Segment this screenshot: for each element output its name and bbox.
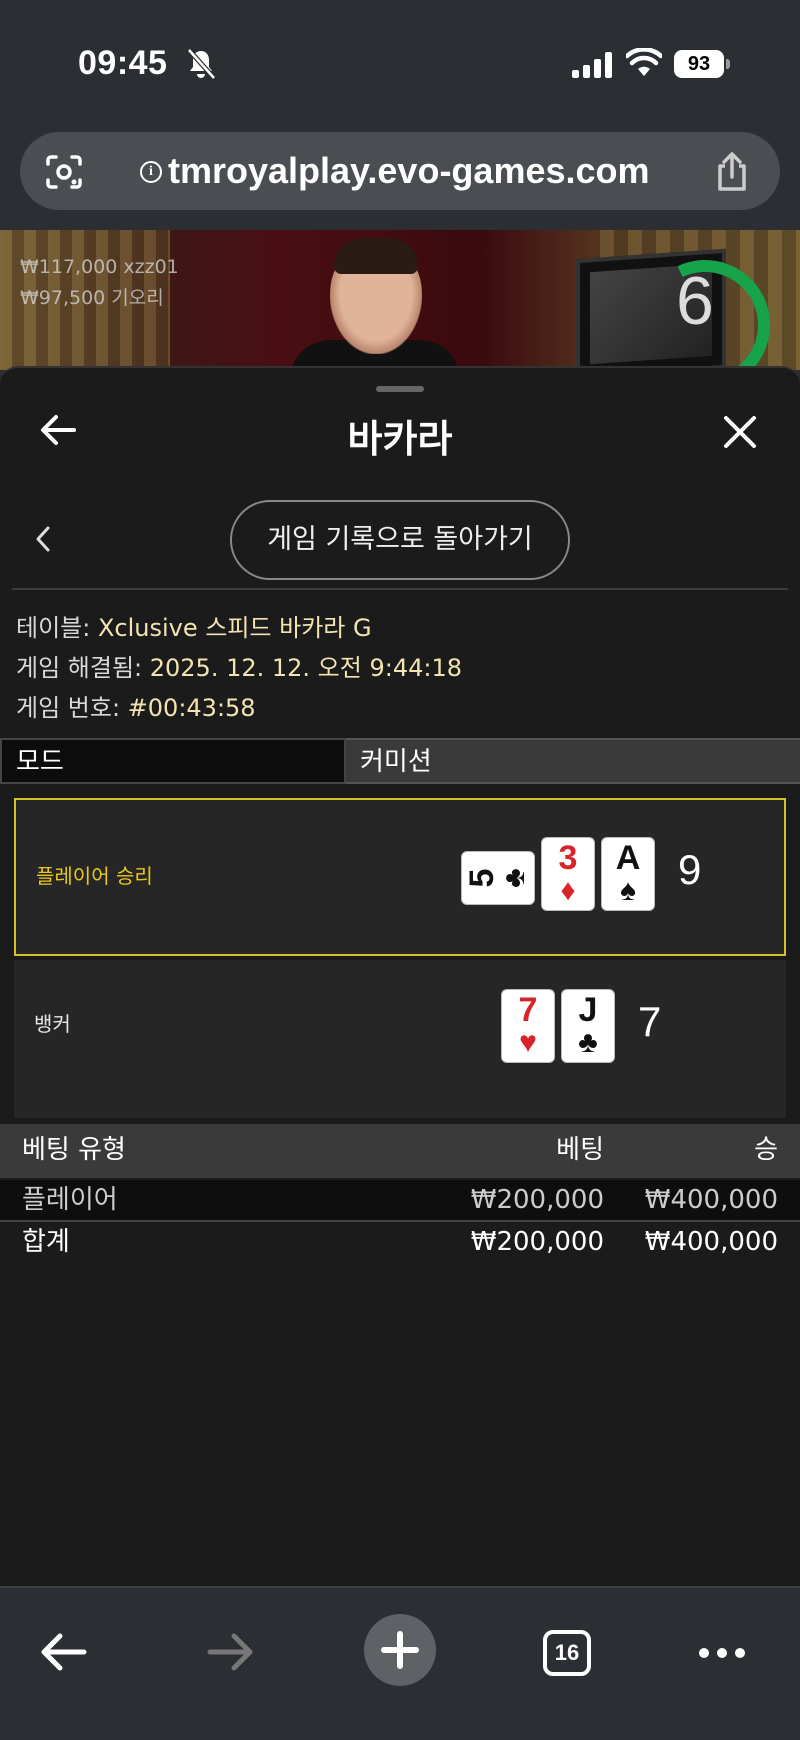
header-win: 승: [754, 1135, 778, 1165]
game-number: #00:43:58: [127, 694, 256, 722]
divider: [12, 588, 788, 590]
tab-mode[interactable]: 모드: [0, 738, 346, 784]
banker-result: 뱅커 7 ♥ J ♣ 7: [14, 960, 786, 1118]
total-label: 합계: [22, 1227, 70, 1257]
total-row: 합계 ₩200,000 ₩400,000: [0, 1222, 800, 1264]
new-tab-button[interactable]: [364, 1614, 436, 1686]
bet-table-header: 베팅 유형 베팅 승: [0, 1124, 800, 1178]
playing-card: 3 ♦: [542, 838, 594, 910]
live-video: 6 ₩117,000 xzz01 ₩97,500 기오리: [0, 230, 800, 370]
bet-feed-item: ₩97,500 기오리: [20, 287, 164, 309]
browser-back-icon[interactable]: [38, 1630, 88, 1674]
table-name: Xclusive 스피드 바카라 G: [97, 614, 372, 642]
status-time: 09:45: [78, 44, 168, 82]
browser-url-area: i tmroyalplay.evo-games.com: [0, 120, 800, 230]
total-win: ₩400,000: [644, 1227, 778, 1257]
game-number-info: 게임 번호: #00:43:58: [16, 694, 256, 722]
bell-muted-icon: [187, 48, 216, 80]
chevron-left-icon[interactable]: [32, 524, 54, 554]
lens-icon[interactable]: [44, 154, 84, 190]
table-row: 플레이어 ₩200,000 ₩400,000: [0, 1180, 800, 1222]
resolved-info: 게임 해결됨: 2025. 12. 12. 오전 9:44:18: [16, 654, 462, 682]
address-bar[interactable]: i tmroyalplay.evo-games.com: [20, 132, 780, 210]
site-info-icon[interactable]: i: [140, 161, 162, 183]
browser-toolbar: 16: [0, 1586, 800, 1740]
bet-amount-cell: ₩200,000: [470, 1185, 604, 1215]
banker-score: 7: [638, 998, 662, 1045]
bet-feed: ₩117,000 xzz01 ₩97,500 기오리: [20, 252, 179, 314]
table-info: 테이블: Xclusive 스피드 바카라 G: [16, 614, 372, 642]
plus-icon: [381, 1631, 419, 1669]
win-amount-cell: ₩400,000: [644, 1185, 778, 1215]
tab-commission[interactable]: 커미션: [346, 738, 800, 784]
bet-type-cell: 플레이어: [22, 1185, 118, 1215]
more-icon[interactable]: [696, 1638, 748, 1668]
back-to-history-button[interactable]: 게임 기록으로 돌아가기: [230, 500, 570, 580]
bet-feed-item: ₩117,000 xzz01: [20, 256, 179, 278]
url-text[interactable]: tmroyalplay.evo-games.com: [168, 150, 650, 192]
playing-card: A ♠: [602, 838, 654, 910]
playing-card: 5 ♣: [462, 852, 534, 904]
header-bet: 베팅: [556, 1135, 604, 1165]
wifi-icon: [626, 48, 662, 76]
timer-number: 6: [676, 263, 714, 339]
banker-result-label: 뱅커: [34, 1012, 71, 1036]
tab-switcher-button[interactable]: 16: [543, 1630, 591, 1676]
player-result: 플레이어 승리 5 ♣ 3 ♦ A ♠ 9: [14, 798, 786, 956]
game-detail-sheet: 바카라 게임 기록으로 돌아가기 테이블: Xclusive 스피드 바카라 G…: [0, 366, 800, 1586]
resolved-time: 2025. 12. 12. 오전 9:44:18: [149, 654, 462, 682]
browser-forward-icon[interactable]: [206, 1630, 256, 1674]
sheet-grabber[interactable]: [376, 386, 424, 392]
player-score: 9: [678, 846, 702, 893]
battery-icon: 93: [674, 50, 730, 78]
playing-card: J ♣: [562, 990, 614, 1062]
player-result-label: 플레이어 승리: [36, 864, 153, 888]
signal-icon: [572, 52, 612, 78]
sheet-title: 바카라: [347, 417, 453, 461]
battery-level: 93: [674, 50, 724, 78]
total-bet: ₩200,000: [470, 1227, 604, 1257]
header-bet-type: 베팅 유형: [22, 1135, 126, 1165]
playing-card: 7 ♥: [502, 990, 554, 1062]
share-icon[interactable]: [712, 152, 752, 192]
result-tabs: 모드 커미션: [0, 738, 800, 784]
close-icon[interactable]: [722, 414, 758, 450]
status-bar: 09:45 93: [0, 0, 800, 120]
